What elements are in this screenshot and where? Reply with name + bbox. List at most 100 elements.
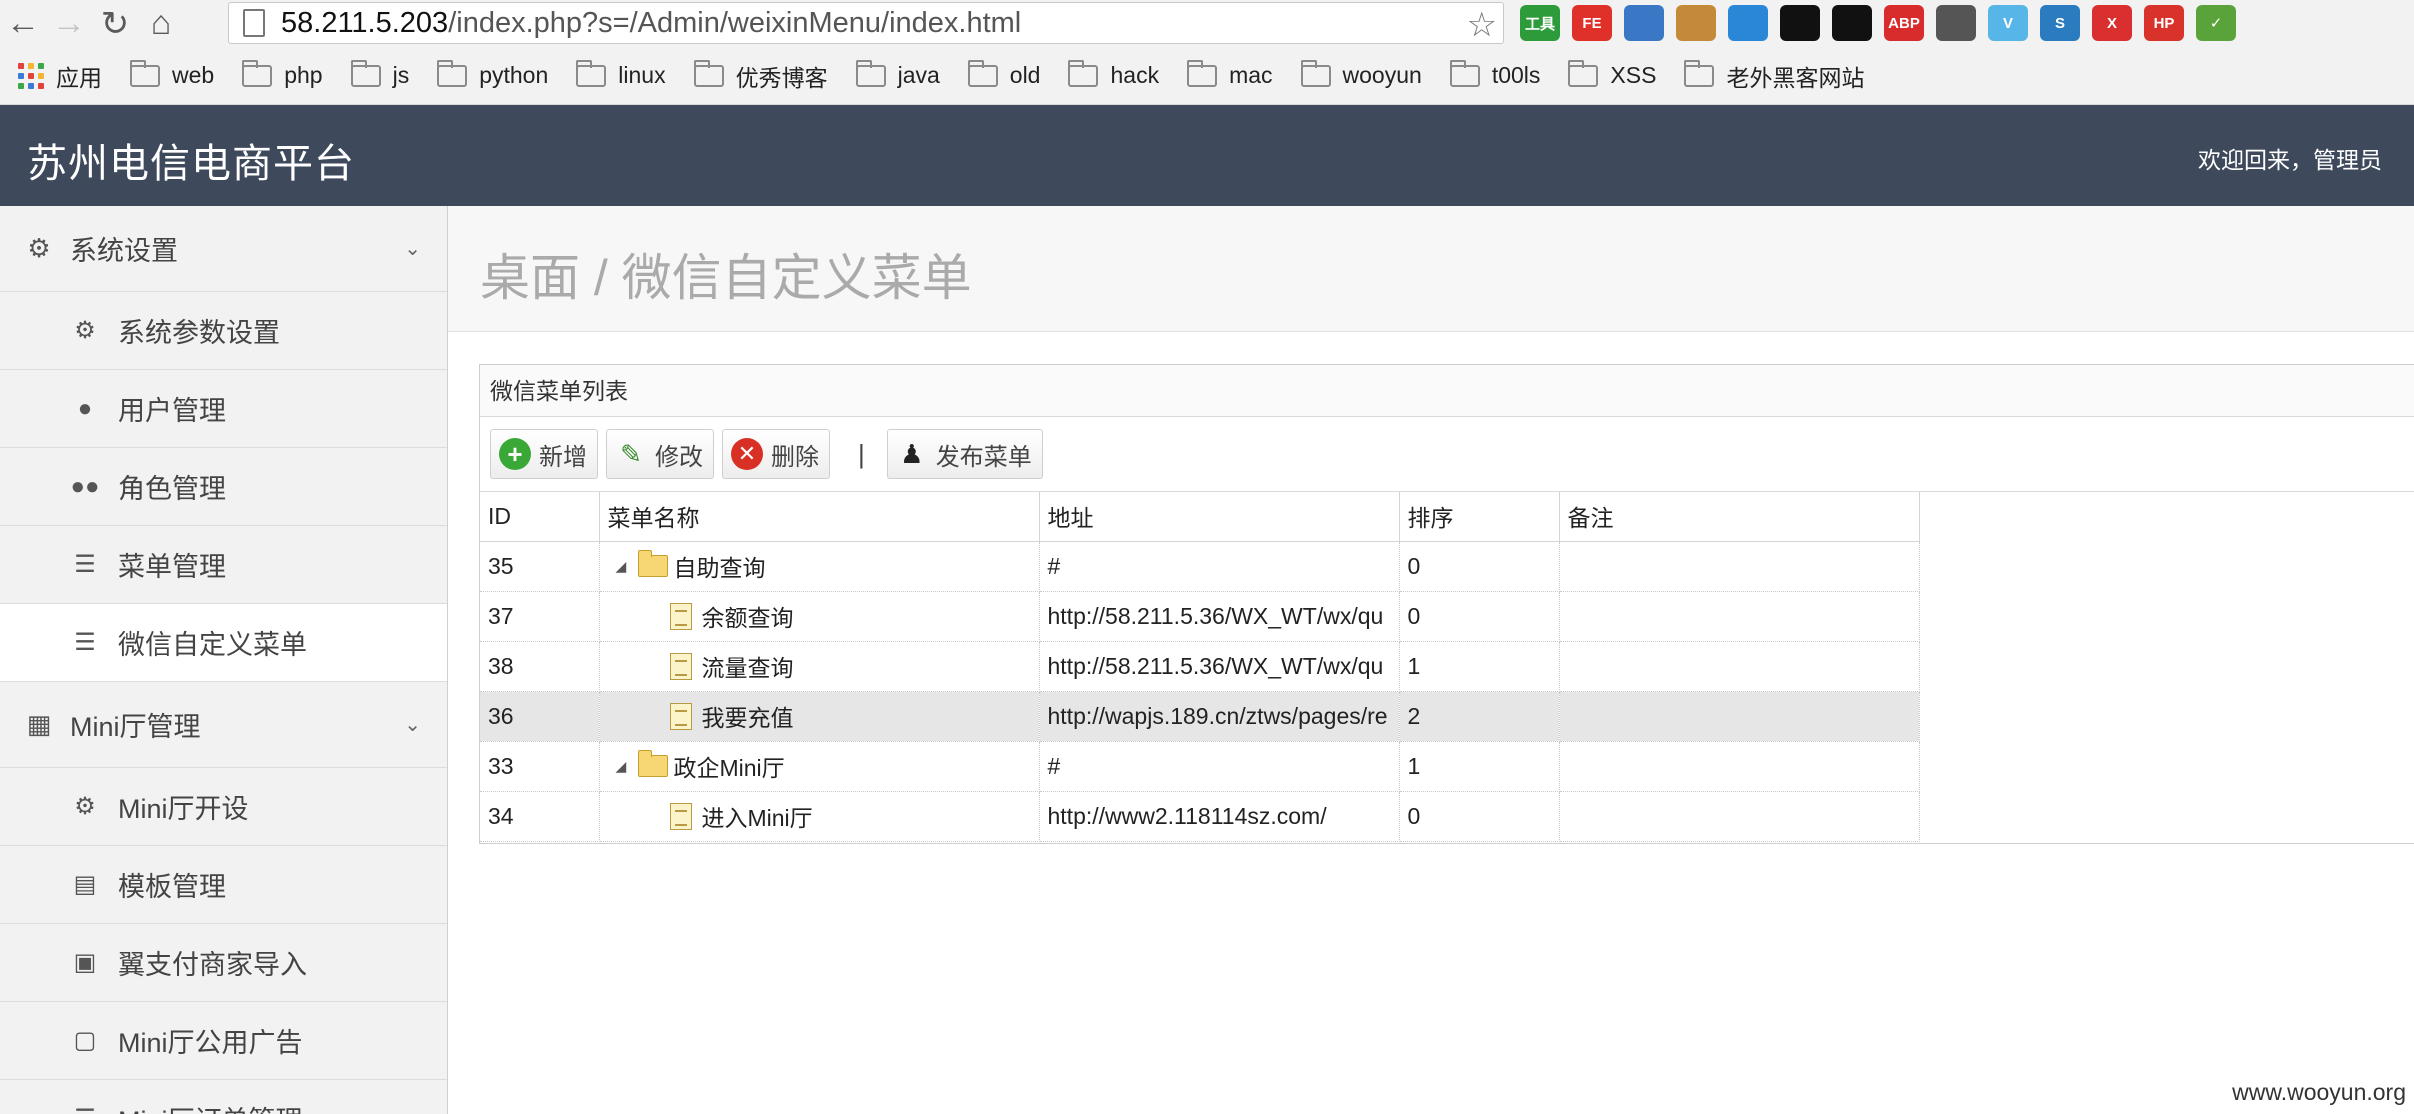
cloud-icon[interactable]	[1728, 5, 1768, 41]
address-url[interactable]: 58.211.5.203/index.php?s=/Admin/weixinMe…	[281, 7, 1021, 40]
bookmark-apps[interactable]: 应用	[4, 54, 116, 98]
file-icon	[669, 802, 692, 830]
folder-icon	[693, 59, 724, 87]
evernote-icon[interactable]	[1936, 5, 1976, 41]
column-header-url[interactable]: 地址	[1039, 492, 1400, 542]
bookmark-folder[interactable]: mac	[1173, 54, 1286, 98]
bookmark-star-icon[interactable]: ☆	[1467, 5, 1497, 45]
sidebar-group-system-settings[interactable]: ⚙ 系统设置 ⌄	[0, 206, 447, 292]
sidebar-item-weixin-menu[interactable]: ☰ 微信自定义菜单	[0, 604, 447, 682]
bookmark-folder[interactable]: web	[116, 54, 228, 98]
adblock-icon[interactable]: ABP	[1884, 5, 1924, 41]
tree-expand-icon[interactable]: ◢	[616, 758, 632, 775]
bookmark-folder[interactable]: old	[954, 54, 1055, 98]
cell-url: #	[1039, 741, 1400, 792]
sidebar-item-public-ads[interactable]: ▢ Mini厅公用广告	[0, 1002, 447, 1080]
bookmark-folder[interactable]: js	[337, 54, 424, 98]
delete-button[interactable]: ✕ 删除	[722, 429, 830, 479]
bookmark-folder[interactable]: 老外黑客网站	[1670, 54, 1878, 98]
bookmark-folder[interactable]: linux	[562, 54, 679, 98]
sidebar: ⚙ 系统设置 ⌄ ⚙ 系统参数设置 ● 用户管理 ●● 角色管理 ☰ 菜单管理 …	[0, 206, 448, 1114]
sidebar-item-mini-hall-open[interactable]: ⚙ Mini厅开设	[0, 768, 447, 846]
reload-icon[interactable]: ↻	[92, 1, 138, 47]
sidebar-item-merchant-import[interactable]: ▣ 翼支付商家导入	[0, 924, 447, 1002]
cell-url: #	[1039, 541, 1400, 592]
forward-arrow-icon[interactable]: →	[46, 1, 92, 47]
sidebar-group-mini-hall[interactable]: ▦ Mini厅管理 ⌄	[0, 682, 447, 768]
back-arrow-icon[interactable]: ←	[0, 1, 46, 47]
globe-icon[interactable]	[1624, 5, 1664, 41]
ring-icon[interactable]	[1832, 5, 1872, 41]
chevron-down-icon: ⌄	[404, 714, 421, 736]
list-icon: ☰	[74, 551, 96, 578]
edit-label: 修改	[655, 443, 703, 471]
bookmark-folder[interactable]: java	[842, 54, 954, 98]
menu-name-text: 流量查询	[701, 655, 794, 681]
folder-icon	[576, 59, 607, 87]
cell-note	[1559, 791, 1920, 842]
gear-icon: ⚙	[74, 793, 96, 820]
column-header-note[interactable]: 备注	[1559, 492, 1920, 542]
column-header-sort[interactable]: 排序	[1399, 492, 1560, 542]
sidebar-item-template-management[interactable]: ▤ 模板管理	[0, 846, 447, 924]
check-icon[interactable]: ✓	[2196, 5, 2236, 41]
sidebar-item-label: 微信自定义菜单	[118, 630, 307, 660]
menu-name-text: 进入Mini厅	[701, 805, 813, 831]
bookmark-folder[interactable]: python	[423, 54, 562, 98]
table-row[interactable]: 34 进入Mini厅 http://www2.118114sz.com/0	[480, 791, 1920, 842]
cell-name: 流量查询	[599, 641, 1040, 692]
bookmark-folder[interactable]: 优秀博客	[680, 54, 842, 98]
folder-icon	[130, 59, 160, 87]
sidebar-item-label: 翼支付商家导入	[118, 950, 307, 980]
edit-button[interactable]: ✎ 修改	[606, 429, 714, 479]
hp-icon[interactable]: HP	[2144, 5, 2184, 41]
fe-icon[interactable]: FE	[1572, 5, 1612, 41]
sidebar-item-user-management[interactable]: ● 用户管理	[0, 370, 447, 448]
file-icon	[669, 602, 692, 630]
bookmark-label: 优秀博客	[735, 64, 828, 91]
column-header-name[interactable]: 菜单名称	[599, 492, 1040, 542]
table-row[interactable]: 36 我要充值 http://wapjs.189.cn/ztws/pages/re 2	[480, 691, 1920, 742]
file-icon	[669, 702, 692, 730]
publish-menu-button[interactable]: ♟ 发布菜单	[886, 429, 1043, 479]
folder-icon	[1068, 59, 1099, 87]
table-row[interactable]: 37 余额查询 http://58.211.5.36/WX_WT/wx/qu 0	[480, 591, 1920, 642]
bookmark-folder[interactable]: wooyun	[1287, 54, 1436, 98]
grid-toolbar: + 新增 ✎ 修改 ✕ 删除 | ♟ 发布菜单	[480, 417, 2414, 492]
cookie-icon[interactable]	[1676, 5, 1716, 41]
cell-note	[1559, 591, 1920, 642]
bookmark-folder[interactable]: t00ls	[1436, 54, 1555, 98]
bookmark-label: python	[479, 62, 549, 88]
add-button[interactable]: + 新增	[490, 429, 598, 479]
s-icon[interactable]: S	[2040, 5, 2080, 41]
x-icon[interactable]: X	[2092, 5, 2132, 41]
sidebar-item-system-params[interactable]: ⚙ 系统参数设置	[0, 292, 447, 370]
bookmarks-bar: 应用 web php js python linux 优秀博客 java old hack mac w…	[0, 47, 2414, 105]
menu-table: ID 菜单名称 地址 排序 备注 35 ◢ 自助查询 #0 37 余额查询 http://5…	[480, 492, 1920, 842]
table-header-row: ID 菜单名称 地址 排序 备注	[480, 492, 1920, 542]
eye-icon[interactable]	[1780, 5, 1820, 41]
file-icon	[669, 652, 692, 680]
tree-expand-icon[interactable]: ◢	[616, 558, 632, 575]
table-row[interactable]: 33 ◢ 政企Mini厅 #1	[480, 741, 1920, 792]
cell-id: 34	[480, 791, 600, 842]
table-row[interactable]: 38 流量查询 http://58.211.5.36/WX_WT/wx/qu 1	[480, 641, 1920, 692]
bookmark-folder[interactable]: php	[228, 54, 336, 98]
bookmark-folder[interactable]: hack	[1054, 54, 1173, 98]
tools-develop-icon[interactable]: 工具	[1520, 5, 1560, 41]
sidebar-item-menu-management[interactable]: ☰ 菜单管理	[0, 526, 447, 604]
sidebar-item-role-management[interactable]: ●● 角色管理	[0, 448, 447, 526]
address-bar[interactable]: 58.211.5.203/index.php?s=/Admin/weixinMe…	[228, 2, 1504, 44]
cell-note	[1559, 691, 1920, 742]
column-header-id[interactable]: ID	[480, 492, 600, 542]
panel-title: 微信菜单列表	[480, 365, 2414, 417]
home-icon[interactable]: ⌂	[138, 1, 184, 47]
vimeo-icon[interactable]: V	[1988, 5, 2028, 41]
chevron-down-icon: ⌄	[404, 238, 421, 260]
url-host: 58.211.5.203	[281, 6, 449, 39]
menu-name-text: 我要充值	[701, 705, 794, 731]
bookmark-folder[interactable]: XSS	[1554, 54, 1670, 98]
sidebar-item-label: 系统参数设置	[118, 318, 280, 348]
sidebar-item-order-management[interactable]: ☰ Mini厅订单管理	[0, 1080, 447, 1114]
table-row[interactable]: 35 ◢ 自助查询 #0	[480, 541, 1920, 592]
